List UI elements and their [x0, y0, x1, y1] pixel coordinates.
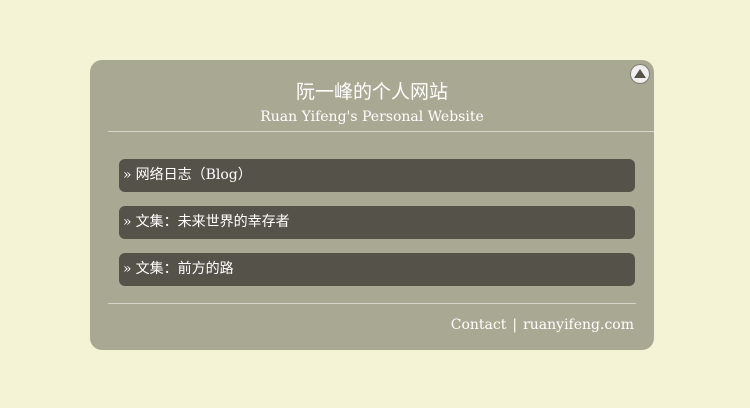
site-subtitle: Ruan Yifeng's Personal Website	[260, 109, 484, 125]
nav-item-label: 网络日志（Blog）	[135, 167, 252, 183]
nav-arrow: »	[123, 214, 132, 230]
nav-item-label: 文集：前方的路	[135, 261, 234, 277]
nav-item-blog[interactable]: » 网络日志（Blog）	[119, 159, 635, 192]
triangle-up-icon	[634, 69, 646, 78]
contact-link[interactable]: Contact	[451, 317, 507, 333]
header-divider	[108, 131, 654, 132]
nav-item-label: 文集：未来世界的幸存者	[135, 214, 290, 230]
nav-item-survivors[interactable]: » 文集：未来世界的幸存者	[119, 206, 635, 239]
nav-arrow: »	[123, 261, 132, 277]
footer-separator: |	[512, 317, 518, 333]
nav-arrow: »	[123, 167, 132, 183]
site-card: 阮一峰的个人网站 Ruan Yifeng's Personal Website …	[90, 60, 654, 350]
site-title: 阮一峰的个人网站	[295, 81, 448, 103]
footer: Contact | ruanyifeng.com	[451, 316, 634, 334]
footer-divider	[108, 303, 636, 304]
nav-item-road-ahead[interactable]: » 文集：前方的路	[119, 253, 635, 286]
domain-link[interactable]: ruanyifeng.com	[523, 317, 634, 333]
